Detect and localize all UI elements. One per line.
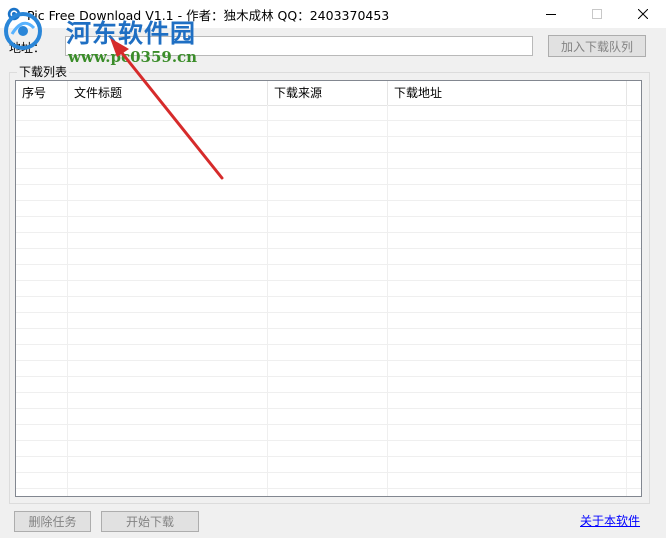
- add-to-queue-button[interactable]: 加入下载队列: [548, 35, 646, 57]
- column-header-source[interactable]: 下载来源: [268, 81, 388, 105]
- delete-task-button[interactable]: 删除任务: [14, 511, 91, 532]
- column-header-file-title[interactable]: 文件标题: [68, 81, 268, 105]
- maximize-icon: [592, 9, 602, 19]
- close-icon: [638, 9, 648, 19]
- column-divider: [626, 105, 627, 496]
- close-button[interactable]: [620, 0, 666, 28]
- maximize-button[interactable]: [574, 0, 620, 28]
- about-link[interactable]: 关于本软件: [580, 512, 640, 529]
- watermark-logo-icon: [4, 12, 42, 50]
- start-download-button[interactable]: 开始下载: [101, 511, 199, 532]
- column-divider: [67, 105, 68, 496]
- minimize-icon: [546, 14, 556, 15]
- watermark-url: www.pc0359.cn: [68, 48, 198, 66]
- watermark: 河东软件园 www.pc0359.cn: [4, 8, 214, 70]
- download-list-view[interactable]: 序号 文件标题 下载来源 下载地址: [15, 80, 642, 497]
- minimize-button[interactable]: [528, 0, 574, 28]
- column-header-index[interactable]: 序号: [16, 81, 68, 105]
- watermark-name: 河东软件园: [66, 19, 197, 48]
- column-divider: [387, 105, 388, 496]
- column-divider: [267, 105, 268, 496]
- column-header-url[interactable]: 下载地址: [388, 81, 627, 105]
- list-header: 序号 文件标题 下载来源 下载地址: [16, 81, 641, 106]
